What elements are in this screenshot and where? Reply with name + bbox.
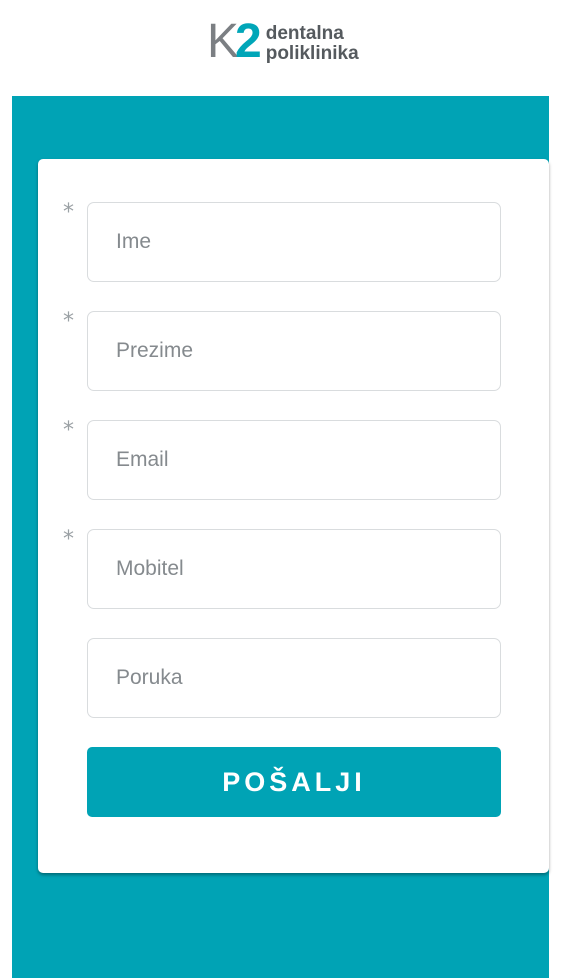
field-row-mobitel: * (38, 527, 549, 609)
ime-input[interactable] (87, 202, 501, 282)
field-row-poruka (38, 638, 549, 718)
contact-form-card: * * * * POŠALJI (38, 159, 549, 873)
required-asterisk: * (63, 418, 74, 443)
required-asterisk: * (63, 309, 74, 334)
logo-letter-k: K (207, 15, 239, 68)
header: K 2 dentalna poliklinika (0, 0, 561, 96)
submit-button[interactable]: POŠALJI (87, 747, 501, 817)
logo-text-line1: dentalna (265, 23, 344, 44)
field-row-prezime: * (38, 309, 549, 391)
logo-text-line2: poliklinika (265, 43, 359, 64)
poruka-input[interactable] (87, 638, 501, 718)
email-input[interactable] (87, 420, 501, 500)
field-row-email: * (38, 418, 549, 500)
logo[interactable]: K 2 dentalna poliklinika (207, 14, 359, 70)
prezime-input[interactable] (87, 311, 501, 391)
required-asterisk: * (63, 527, 74, 552)
logo-number-2: 2 (235, 15, 262, 68)
required-asterisk: * (63, 200, 74, 225)
mobitel-input[interactable] (87, 529, 501, 609)
field-row-ime: * (38, 200, 549, 282)
logo-mark: K 2 (207, 18, 262, 66)
logo-text: dentalna poliklinika (266, 24, 359, 64)
